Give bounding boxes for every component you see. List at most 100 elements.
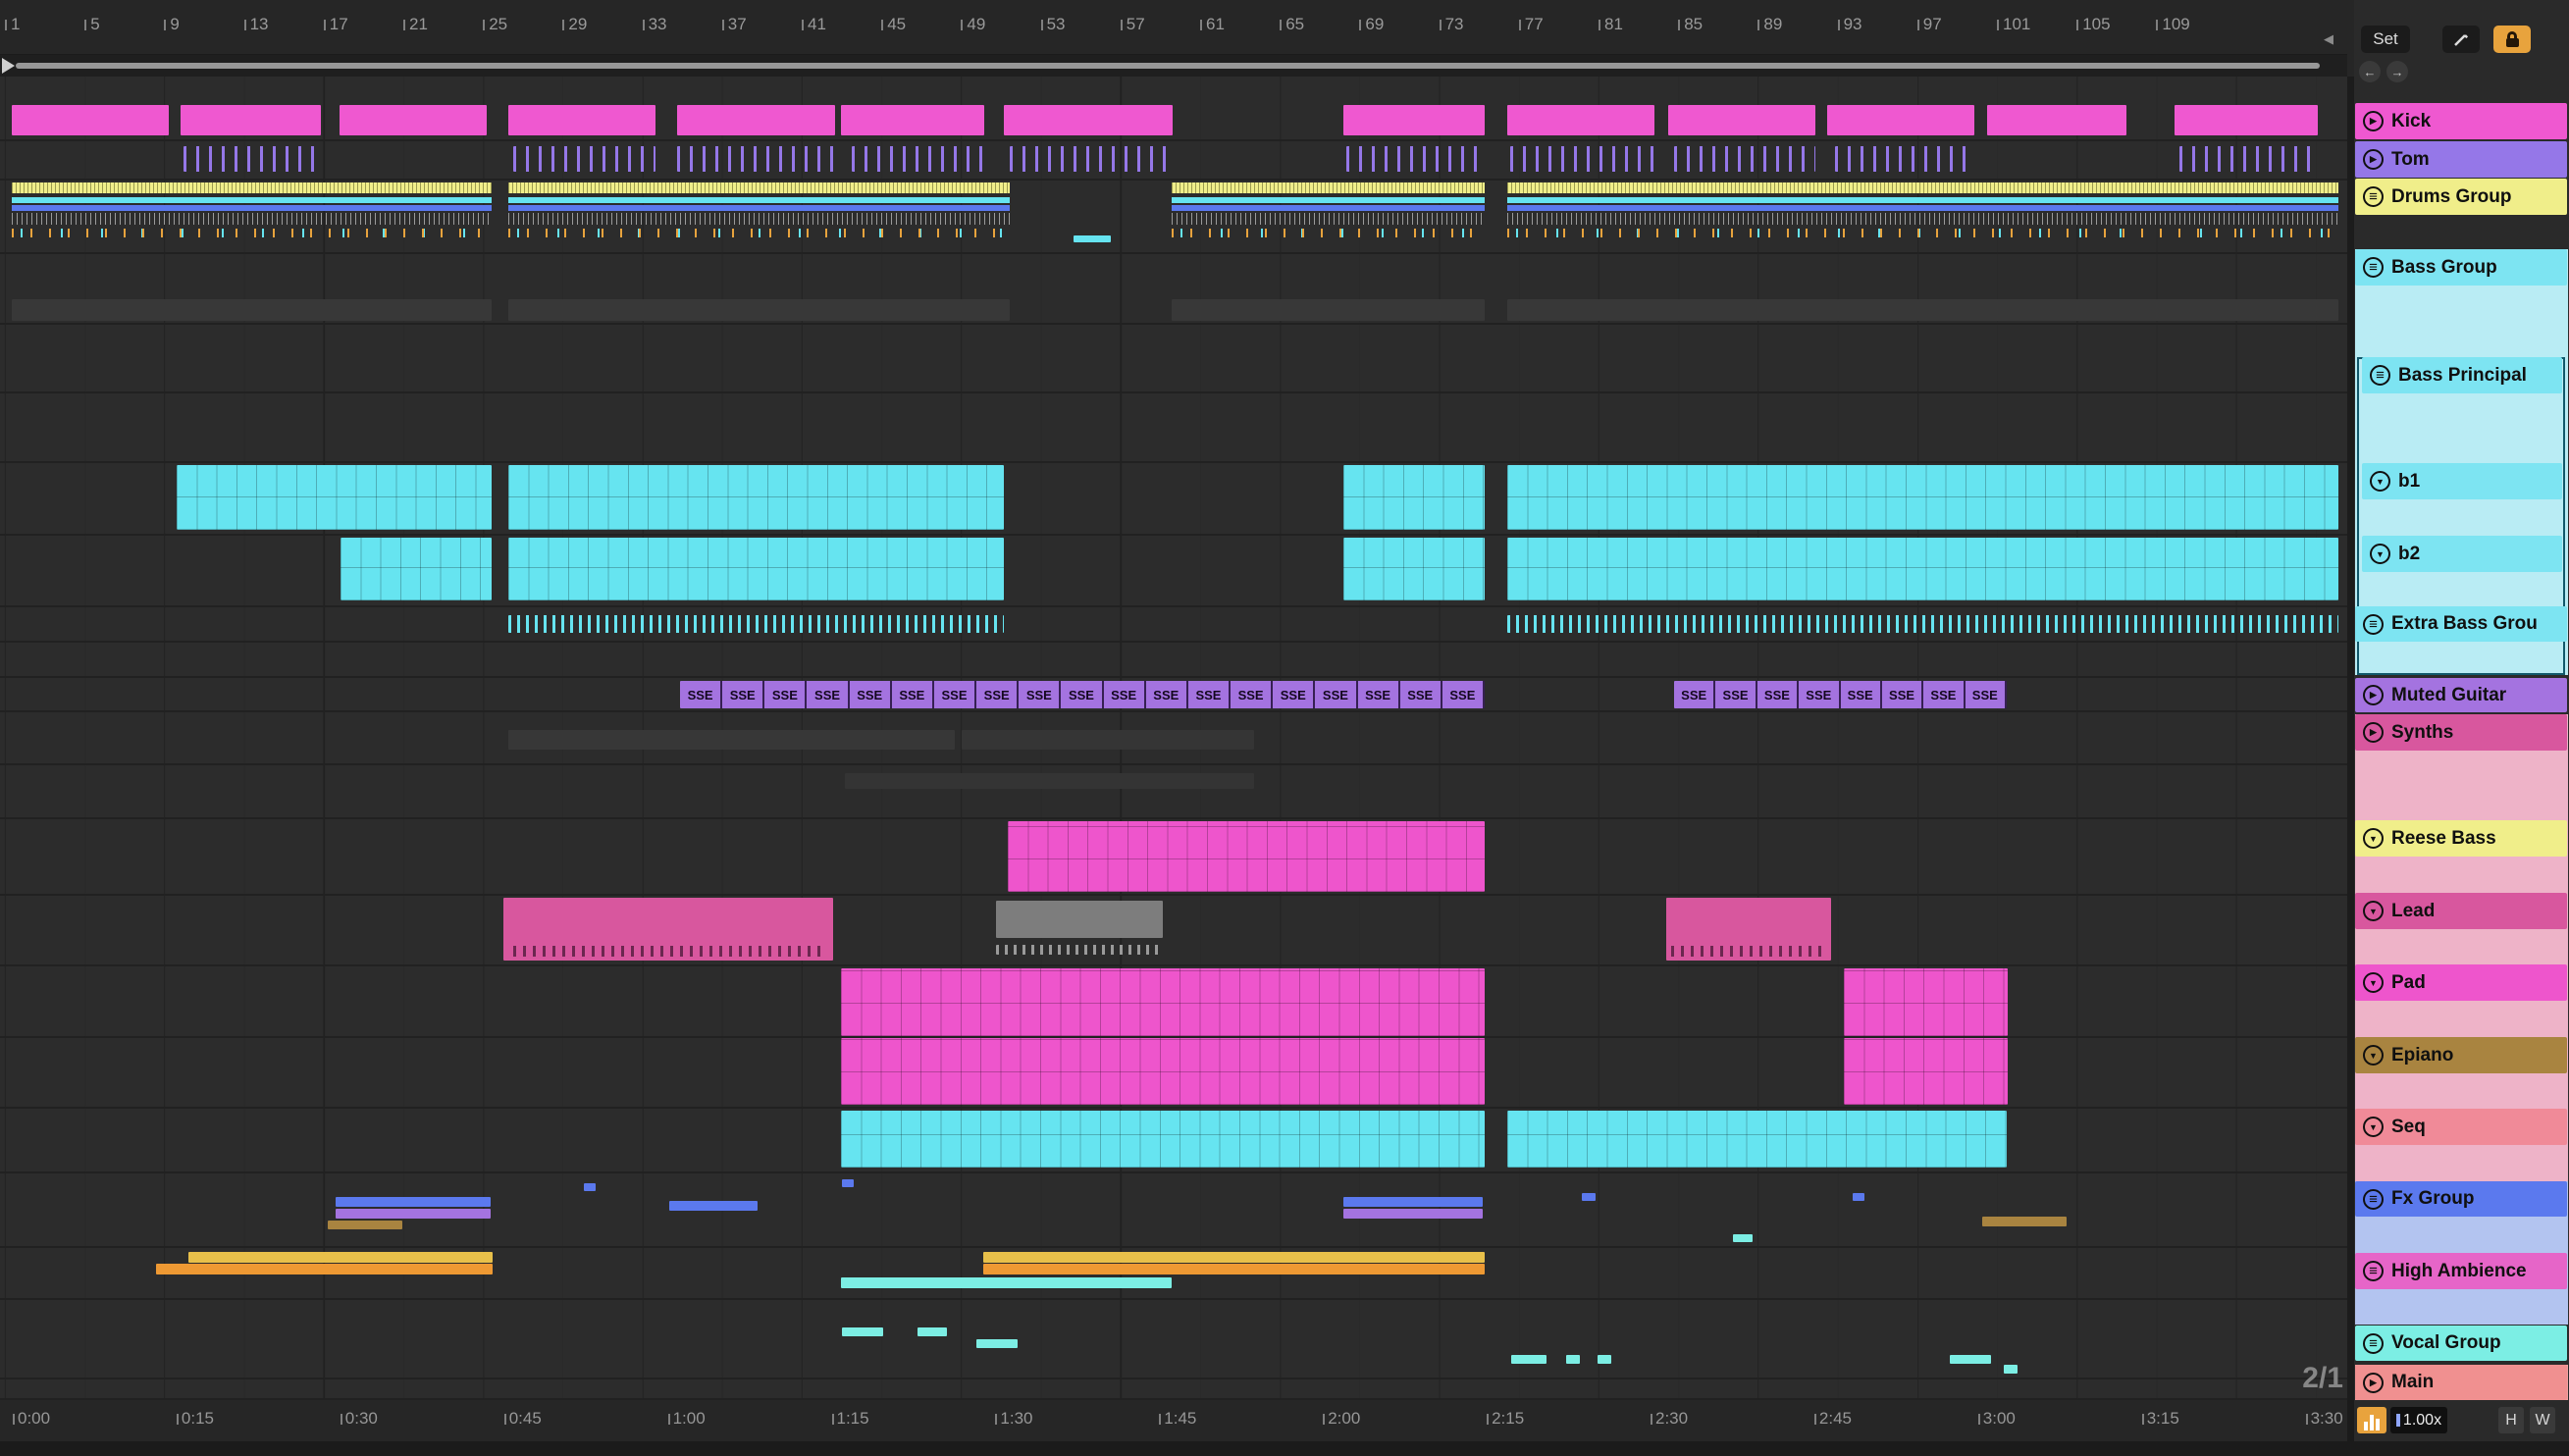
lane-epiano[interactable] xyxy=(0,1038,2347,1109)
clip[interactable] xyxy=(1172,299,1485,321)
lane-synths-b[interactable] xyxy=(0,765,2347,819)
play-circle-icon[interactable]: ▶ xyxy=(2363,722,2384,743)
group-icon[interactable]: ≡ xyxy=(2363,257,2384,278)
clip[interactable] xyxy=(677,146,836,172)
group-icon[interactable]: ≡ xyxy=(2363,186,2384,207)
midi-clip-run[interactable]: SSE SSE SSE SSE SSE SSE SSE SSE SSE SSE SSE SSE SSE S… xyxy=(680,681,1485,708)
track-header-bass-principal[interactable]: ≡ Bass Principal xyxy=(2362,357,2562,393)
clip[interactable] xyxy=(841,1038,1485,1105)
clip[interactable] xyxy=(336,1209,491,1219)
group-icon[interactable]: ≡ xyxy=(2363,1261,2384,1281)
clip[interactable] xyxy=(1835,146,1974,172)
track-header-b1[interactable]: ▼ b1 xyxy=(2362,463,2562,499)
clip[interactable] xyxy=(1074,235,1111,242)
audio-meter-icon[interactable] xyxy=(2357,1407,2386,1433)
track-header-seq[interactable]: ▼ Seq xyxy=(2355,1109,2567,1145)
fold-chevron-icon[interactable]: ▼ xyxy=(2363,972,2384,993)
clip[interactable] xyxy=(1982,1217,2067,1226)
clip[interactable] xyxy=(584,1183,596,1191)
drum-pattern-clip[interactable] xyxy=(1507,182,2338,250)
redo-button[interactable]: → xyxy=(2386,61,2408,82)
clip[interactable] xyxy=(2179,146,2319,172)
fold-chevron-icon[interactable]: ▼ xyxy=(2370,471,2390,492)
clip[interactable] xyxy=(1507,299,2338,321)
pencil-button[interactable] xyxy=(2442,26,2480,53)
clip[interactable] xyxy=(1510,146,1654,172)
clip[interactable] xyxy=(841,105,984,135)
group-icon[interactable]: ≡ xyxy=(2363,1188,2384,1210)
clip[interactable] xyxy=(962,730,1254,750)
lane-bass-group-c[interactable] xyxy=(0,393,2347,463)
lane-fx-group[interactable] xyxy=(0,1173,2347,1248)
clip[interactable] xyxy=(1343,465,1485,530)
clip[interactable] xyxy=(669,1201,758,1211)
clip[interactable] xyxy=(983,1252,1485,1263)
group-icon[interactable]: ≡ xyxy=(2370,365,2390,386)
track-header-fx-group[interactable]: ≡ Fx Group xyxy=(2355,1181,2567,1217)
track-header-b2[interactable]: ▼ b2 xyxy=(2362,536,2562,572)
clip[interactable] xyxy=(918,1327,947,1336)
clip[interactable] xyxy=(341,538,492,600)
clip[interactable] xyxy=(1004,105,1173,135)
lane-muted-guitar[interactable]: SSE SSE SSE SSE SSE SSE SSE SSE SSE SSE SSE SSE SSE S… xyxy=(0,678,2347,712)
clip[interactable] xyxy=(177,465,492,530)
lane-lead[interactable] xyxy=(0,896,2347,966)
vertical-scrollbar[interactable] xyxy=(2347,77,2354,1400)
clip[interactable] xyxy=(12,299,492,321)
track-header-high-ambience[interactable]: ≡ High Ambience xyxy=(2355,1253,2567,1289)
midi-clip-run[interactable]: SSE SSE SSE SSE SSE SSE SSE SSE xyxy=(1674,681,2007,708)
lock-button[interactable] xyxy=(2493,26,2531,53)
drum-pattern-clip[interactable] xyxy=(508,182,1010,250)
clip[interactable] xyxy=(328,1221,402,1229)
clip[interactable] xyxy=(1666,898,1831,961)
clip[interactable] xyxy=(181,105,321,135)
clip[interactable] xyxy=(1668,105,1815,135)
clip[interactable] xyxy=(508,465,1004,530)
clip[interactable] xyxy=(996,945,1163,955)
clip[interactable] xyxy=(1343,105,1485,135)
clip[interactable] xyxy=(188,1252,493,1263)
height-zoom-button[interactable]: H xyxy=(2498,1407,2524,1433)
clip[interactable] xyxy=(1507,1111,2007,1168)
fold-chevron-icon[interactable]: ▼ xyxy=(2363,901,2384,921)
lane-kick[interactable] xyxy=(0,103,2347,141)
play-circle-icon[interactable]: ▶ xyxy=(2363,111,2384,131)
lane-seq[interactable] xyxy=(0,1109,2347,1173)
track-header-main[interactable]: ▶ Main xyxy=(2355,1365,2567,1400)
clip[interactable] xyxy=(1507,465,2338,530)
width-zoom-button[interactable]: W xyxy=(2530,1407,2555,1433)
clip[interactable] xyxy=(1853,1193,1864,1201)
lane-extra-bass-group[interactable] xyxy=(0,607,2347,643)
clip[interactable] xyxy=(508,538,1004,600)
clip[interactable] xyxy=(1987,105,2126,135)
clip[interactable] xyxy=(1566,1355,1580,1364)
clip[interactable] xyxy=(12,105,169,135)
track-header-reese-bass[interactable]: ▼ Reese Bass xyxy=(2355,820,2567,857)
clip[interactable] xyxy=(2004,1365,2018,1374)
clip[interactable] xyxy=(842,1179,854,1187)
clip[interactable] xyxy=(1582,1193,1596,1201)
set-button[interactable]: Set xyxy=(2361,26,2410,53)
undo-button[interactable]: ← xyxy=(2359,61,2381,82)
clip[interactable] xyxy=(1507,615,2338,633)
clip[interactable] xyxy=(842,1327,883,1336)
time-ruler[interactable]: 0:00 0:15 0:30 0:45 1:00 1:15 1:30 1:45 2:00 2:15… xyxy=(0,1400,2347,1441)
track-header-vocal-group[interactable]: ≡ Vocal Group xyxy=(2355,1326,2567,1361)
lane-pad[interactable] xyxy=(0,966,2347,1038)
clip[interactable] xyxy=(508,615,1004,633)
clip[interactable] xyxy=(841,1277,1172,1288)
lane-spacer-1[interactable] xyxy=(0,643,2347,678)
lane-b2[interactable] xyxy=(0,536,2347,607)
clip[interactable] xyxy=(156,1264,493,1274)
track-header-extra-bass-grou[interactable]: ≡ Extra Bass Grou xyxy=(2355,606,2567,642)
track-header-pad[interactable]: ▼ Pad xyxy=(2355,964,2567,1001)
clip[interactable] xyxy=(1343,1197,1483,1207)
play-circle-icon[interactable]: ▶ xyxy=(2363,1372,2384,1393)
clip[interactable] xyxy=(1507,538,2338,600)
lane-bass-group-b[interactable] xyxy=(0,325,2347,393)
group-icon[interactable]: ≡ xyxy=(2363,1332,2384,1354)
lane-main[interactable] xyxy=(0,1379,2347,1400)
clip[interactable] xyxy=(503,898,833,961)
lane-high-ambience[interactable] xyxy=(0,1248,2347,1300)
clip[interactable] xyxy=(1507,105,1654,135)
